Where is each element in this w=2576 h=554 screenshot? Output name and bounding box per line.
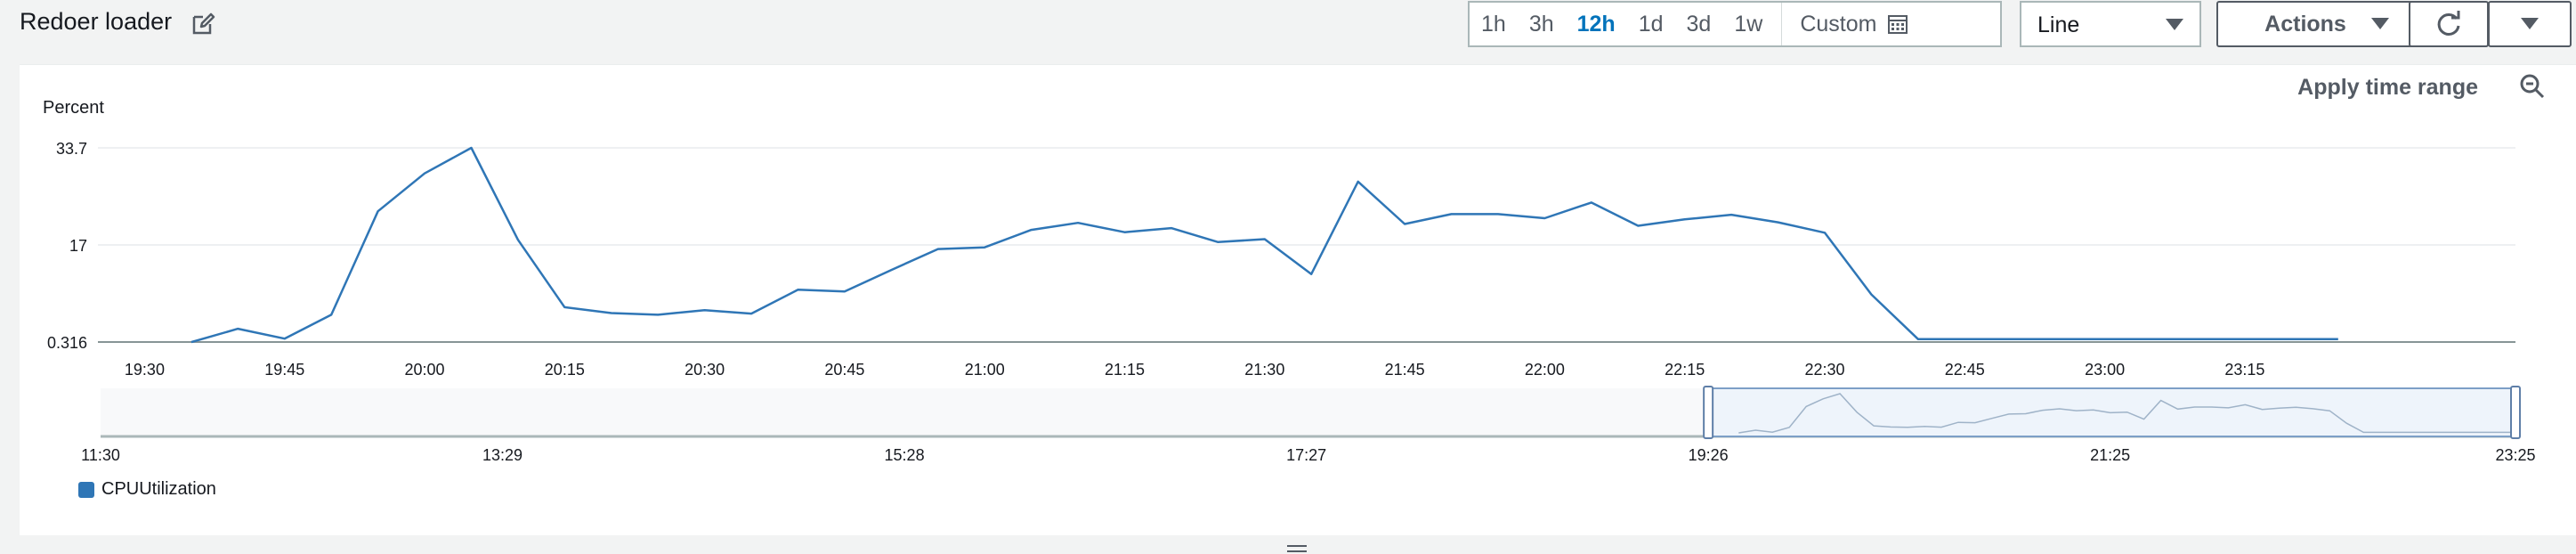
legend-label[interactable]: CPUUtilization [101,479,216,500]
x-tick-label: 23:00 [2085,361,2125,379]
chart-legend: CPUUtilization [78,479,216,500]
x-tick-label: 20:45 [824,361,864,379]
resize-handle-icon[interactable] [1287,543,1307,554]
overview-tick-label: 19:26 [1689,446,1729,464]
x-tick-label: 20:15 [545,361,585,379]
overview-tick-label: 17:27 [1286,446,1326,464]
overview-tick-label: 11:30 [81,446,120,464]
overview-handle-left[interactable] [1703,386,1714,439]
x-tick-label: 22:00 [1525,361,1565,379]
x-tick-label: 21:45 [1385,361,1425,379]
x-tick-label: 21:30 [1244,361,1284,379]
overview-tick-label: 23:25 [2495,446,2535,464]
x-tick-label: 22:45 [1945,361,1985,379]
overview-handle-right[interactable] [2510,386,2521,439]
line-chart[interactable]: 0.316 17 33.7 19:30 19:45 20:00 20:15 20:30 20:4… [0,0,2576,554]
x-tick-label: 19:30 [125,361,165,379]
x-tick-label: 21:00 [965,361,1005,379]
x-tick-label: 23:15 [2224,361,2264,379]
y-tick-label: 0.316 [47,334,87,352]
x-tick-label: 21:15 [1105,361,1145,379]
overview-tick-label: 15:28 [885,446,925,464]
y-tick-label: 33.7 [56,140,87,158]
overview-tick-label: 13:29 [482,446,522,464]
x-tick-label: 19:45 [264,361,304,379]
x-tick-label: 20:30 [685,361,725,379]
x-tick-label: 20:00 [405,361,445,379]
overview-tick-label: 21:25 [2090,446,2130,464]
legend-swatch [78,481,94,498]
x-tick-label: 22:15 [1665,361,1705,379]
y-tick-label: 17 [69,237,87,255]
x-tick-label: 22:30 [1804,361,1844,379]
